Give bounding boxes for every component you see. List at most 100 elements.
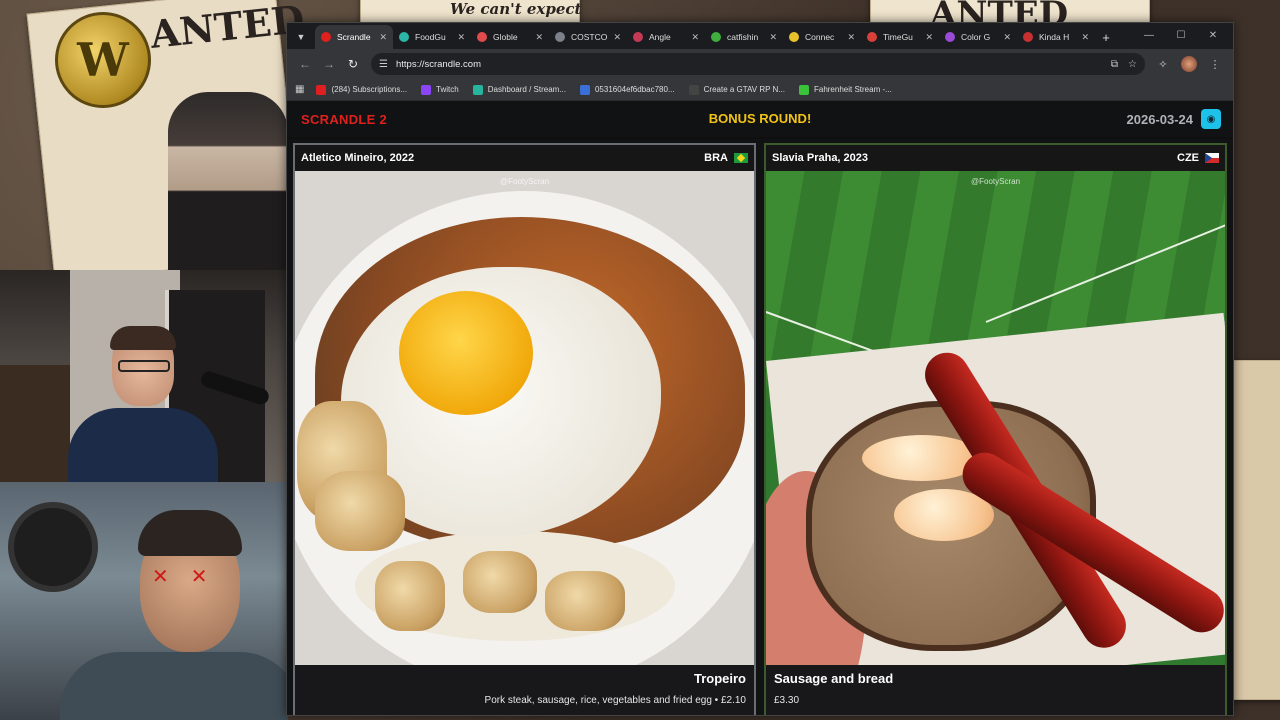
- game-logo[interactable]: SCRANDLE 2: [301, 112, 387, 127]
- bookmark-label: 0531604ef6dbac780...: [594, 85, 675, 94]
- tab-search-chevron-icon[interactable]: ▼: [293, 25, 309, 49]
- film-reel: [8, 502, 98, 592]
- choice-cards: Atletico Mineiro, 2022 BRA @FootyScran T…: [287, 139, 1233, 715]
- tab-title: TimeGu: [883, 32, 913, 42]
- tab-close-icon[interactable]: ✕: [691, 32, 699, 43]
- tab-favicon-icon: [867, 32, 877, 42]
- address-bar[interactable]: ☰ https://scrandle.com ⧉ ☆: [371, 53, 1145, 75]
- food-photo-sausage: [766, 171, 1225, 665]
- browser-tab[interactable]: Globle ✕: [471, 25, 549, 49]
- tab-close-icon[interactable]: ✕: [1003, 32, 1011, 43]
- character-illustration-bottom: ✕✕: [0, 482, 288, 720]
- tab-close-icon[interactable]: ✕: [457, 32, 465, 43]
- maximize-icon[interactable]: ☐: [1165, 25, 1197, 45]
- site-settings-icon[interactable]: ☰: [379, 59, 388, 70]
- bookmark-star-icon[interactable]: ☆: [1128, 59, 1137, 70]
- tab-close-icon[interactable]: ✕: [613, 32, 621, 43]
- dish-description: Pork steak, sausage, rice, vegetables an…: [484, 695, 746, 706]
- tab-title: Scrandle: [337, 32, 371, 42]
- back-arrow-icon[interactable]: ←: [293, 52, 317, 76]
- note-text: We can't expect: [450, 0, 582, 18]
- tab-title: Kinda H: [1039, 32, 1070, 42]
- bookmark-item[interactable]: 0531604ef6dbac780...: [579, 84, 675, 95]
- czech-flag-icon: [1205, 153, 1219, 163]
- forward-arrow-icon[interactable]: →: [317, 52, 341, 76]
- bookmark-label: Fahrenheit Stream -...: [813, 85, 892, 94]
- bookmark-label: Create a GTAV RP N...: [703, 85, 785, 94]
- tab-favicon-icon: [633, 32, 643, 42]
- character-illustration-top: [168, 92, 288, 270]
- bookmark-label: (284) Subscriptions...: [331, 85, 408, 94]
- tab-title: Angle: [649, 32, 671, 42]
- tab-favicon-icon: [711, 32, 721, 42]
- profile-avatar[interactable]: [1181, 56, 1197, 72]
- dish-price: £3.30: [774, 695, 800, 706]
- browser-tab[interactable]: Scrandle ✕: [315, 25, 393, 49]
- brazil-flag-icon: [734, 153, 748, 163]
- gold-coin-logo: W: [55, 12, 151, 108]
- tab-favicon-icon: [477, 32, 487, 42]
- url-text[interactable]: https://scrandle.com: [396, 59, 1101, 70]
- dish-name: Sausage and bread: [774, 671, 894, 686]
- menu-kebab-icon[interactable]: ⋮: [1203, 52, 1227, 76]
- tab-favicon-icon: [1023, 32, 1033, 42]
- browser-tab[interactable]: TimeGu ✕: [861, 25, 939, 49]
- reload-icon[interactable]: ↻: [341, 52, 365, 76]
- streamer-shirt: [68, 408, 218, 482]
- tab-favicon-icon: [945, 32, 955, 42]
- bookmark-item[interactable]: Dashboard / Stream...: [472, 84, 566, 95]
- tab-title: catfishin: [727, 32, 759, 42]
- minimize-icon[interactable]: —: [1133, 25, 1165, 45]
- tab-close-icon[interactable]: ✕: [847, 32, 855, 43]
- bookshelf: [0, 365, 70, 482]
- bookmark-favicon-icon: [316, 84, 327, 95]
- tab-favicon-icon: [789, 32, 799, 42]
- browser-tab[interactable]: Connec ✕: [783, 25, 861, 49]
- browser-tab[interactable]: FoodGu ✕: [393, 25, 471, 49]
- team-season: Atletico Mineiro, 2022: [301, 152, 415, 164]
- bookmark-label: Twitch: [436, 85, 459, 94]
- browser-toolbar: ← → ↻ ☰ https://scrandle.com ⧉ ☆ ✧ ⋮: [287, 49, 1233, 79]
- browser-tab[interactable]: Color G ✕: [939, 25, 1017, 49]
- country-label: BRA: [704, 152, 728, 164]
- tab-close-icon[interactable]: ✕: [535, 32, 543, 43]
- bookmark-favicon-icon: [798, 84, 809, 95]
- tab-strip: ▼ Scrandle ✕ FoodGu ✕ Globle ✕ COSTCO ✕ Angle ✕ ca…: [287, 23, 1233, 49]
- browser-tab[interactable]: Angle ✕: [627, 25, 705, 49]
- bookmark-favicon-icon: [421, 84, 432, 95]
- install-app-icon[interactable]: ⧉: [1111, 59, 1118, 70]
- puzzle-date: 2026-03-24: [1126, 111, 1194, 127]
- bookmark-item[interactable]: (284) Subscriptions...: [316, 84, 408, 95]
- food-photo-tropeiro: [295, 171, 754, 665]
- food-card-right[interactable]: Slavia Praha, 2023 CZE @FootyScran Sausa…: [764, 143, 1227, 715]
- bookmark-favicon-icon: [472, 84, 483, 95]
- bookmark-item[interactable]: Create a GTAV RP N...: [688, 84, 785, 95]
- apps-grid-icon[interactable]: ▦: [295, 84, 304, 95]
- round-label: BONUS ROUND!: [708, 111, 812, 126]
- dish-name: Tropeiro: [693, 671, 746, 686]
- bookmark-label: Dashboard / Stream...: [487, 85, 566, 94]
- bookmark-favicon-icon: [688, 84, 699, 95]
- tab-title: Connec: [805, 32, 835, 42]
- tab-close-icon[interactable]: ✕: [925, 32, 933, 43]
- browser-tab[interactable]: Kinda H ✕: [1017, 25, 1095, 49]
- tab-close-icon[interactable]: ✕: [379, 32, 387, 43]
- new-tab-button[interactable]: +: [1095, 25, 1117, 49]
- food-card-left[interactable]: Atletico Mineiro, 2022 BRA @FootyScran T…: [293, 143, 756, 715]
- extensions-puzzle-icon[interactable]: ✧: [1151, 52, 1175, 76]
- close-window-icon[interactable]: ✕: [1197, 25, 1229, 45]
- photo-watermark: @FootyScran: [970, 177, 1021, 186]
- tab-title: COSTCO: [571, 32, 608, 42]
- tab-close-icon[interactable]: ✕: [769, 32, 777, 43]
- tab-favicon-icon: [321, 32, 331, 42]
- country-code: BRA: [704, 152, 748, 164]
- tab-favicon-icon: [399, 32, 409, 42]
- tab-favicon-icon: [555, 32, 565, 42]
- browser-tab[interactable]: catfishin ✕: [705, 25, 783, 49]
- eye-icon[interactable]: ◉: [1201, 109, 1221, 129]
- game-header: SCRANDLE 2 BONUS ROUND! 2026-03-24 ◉: [287, 101, 1233, 137]
- bookmark-item[interactable]: Fahrenheit Stream -...: [798, 84, 892, 95]
- browser-tab[interactable]: COSTCO ✕: [549, 25, 627, 49]
- bookmark-item[interactable]: Twitch: [421, 84, 459, 95]
- tab-close-icon[interactable]: ✕: [1081, 32, 1089, 43]
